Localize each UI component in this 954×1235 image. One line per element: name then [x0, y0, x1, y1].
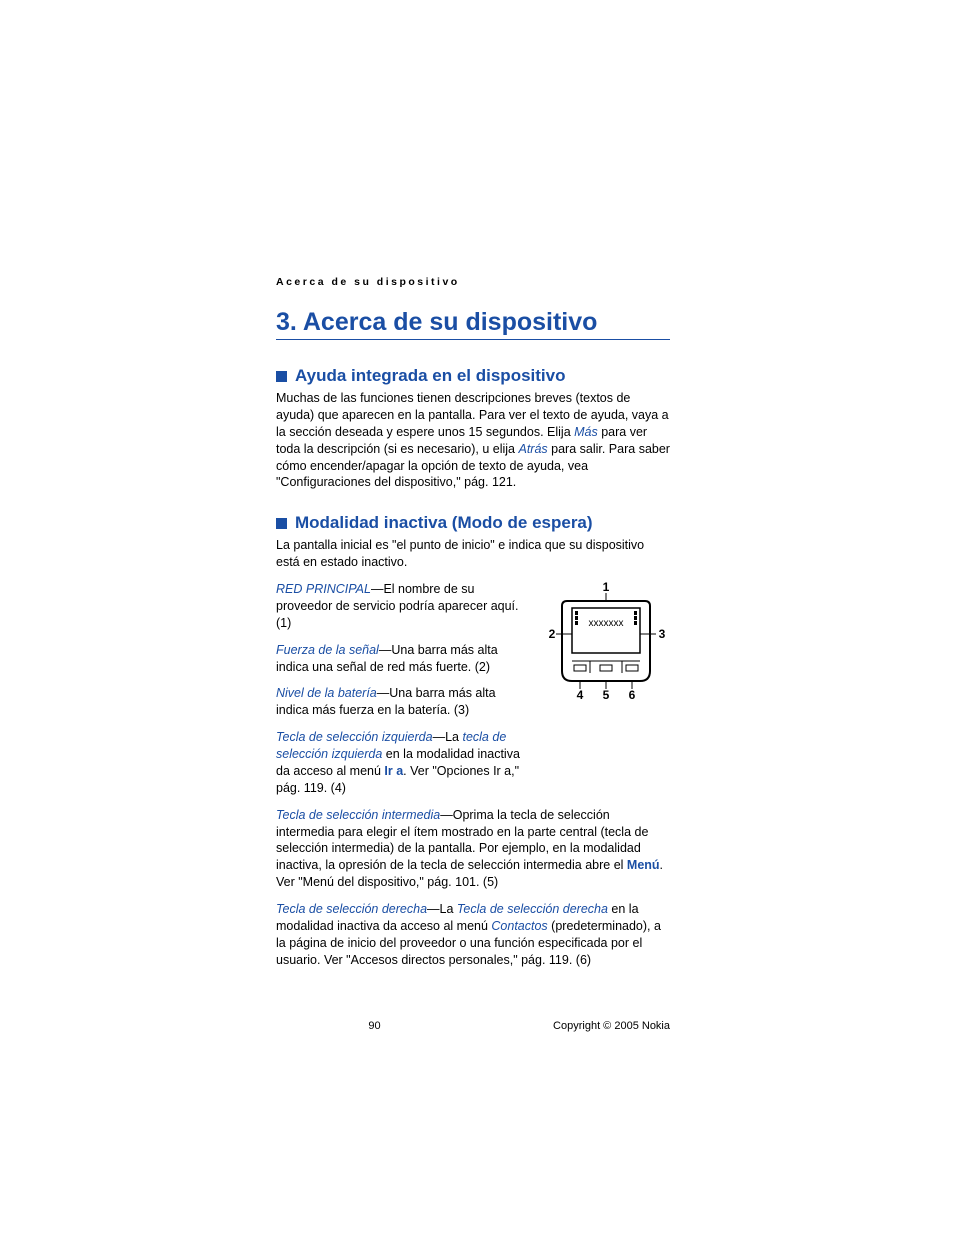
- section1-paragraph: Muchas de las funciones tienen descripci…: [276, 390, 670, 491]
- diagram-screen-text: xxxxxxx: [589, 618, 624, 629]
- page-number: 90: [276, 1020, 473, 1032]
- page-footer: 90 Copyright © 2005 Nokia: [276, 1020, 670, 1032]
- section-heading-ayuda: Ayuda integrada en el dispositivo: [276, 366, 670, 386]
- link-mas[interactable]: Más: [574, 425, 598, 439]
- term-tecla-intermedia: Tecla de selección intermedia: [276, 808, 440, 822]
- term-nivel-bateria: Nivel de la batería: [276, 686, 377, 700]
- diagram-label-2: 2: [549, 627, 556, 641]
- term-red-principal: RED PRINCIPAL: [276, 582, 371, 596]
- text-fragment: —La: [433, 730, 463, 744]
- item-tecla-derecha: Tecla de selección derecha—La Tecla de s…: [276, 901, 670, 969]
- term-tecla-izquierda: Tecla de selección izquierda: [276, 730, 433, 744]
- link-tecla-derecha[interactable]: Tecla de selección derecha: [457, 902, 608, 916]
- item-fuerza-senal: Fuerza de la señal—Una barra más alta in…: [276, 642, 531, 676]
- copyright-text: Copyright © 2005 Nokia: [473, 1020, 670, 1032]
- link-contactos[interactable]: Contactos: [491, 919, 547, 933]
- link-atras[interactable]: Atrás: [518, 442, 547, 456]
- diagram-label-6: 6: [629, 688, 636, 702]
- section-heading-text: Ayuda integrada en el dispositivo: [295, 366, 565, 386]
- section-heading-modalidad: Modalidad inactiva (Modo de espera): [276, 513, 670, 533]
- section-heading-text: Modalidad inactiva (Modo de espera): [295, 513, 593, 533]
- bold-ir-a: Ir a: [384, 764, 403, 778]
- diagram-label-5: 5: [603, 688, 610, 702]
- square-bullet-icon: [276, 518, 287, 529]
- square-bullet-icon: [276, 371, 287, 382]
- section2-intro: La pantalla inicial es "el punto de inic…: [276, 537, 670, 571]
- running-header: Acerca de su dispositivo: [276, 276, 670, 288]
- item-nivel-bateria: Nivel de la batería—Una barra más alta i…: [276, 685, 531, 719]
- diagram-label-1: 1: [603, 581, 610, 594]
- term-fuerza-senal: Fuerza de la señal: [276, 643, 379, 657]
- term-tecla-derecha: Tecla de selección derecha: [276, 902, 427, 916]
- device-diagram: 1 xxxxxxx 2: [542, 581, 670, 711]
- item-red-principal: RED PRINCIPAL—El nombre de su proveedor …: [276, 581, 531, 632]
- diagram-label-4: 4: [577, 688, 584, 702]
- bold-menu: Menú: [627, 858, 660, 872]
- text-fragment: —La: [427, 902, 457, 916]
- item-tecla-izquierda: Tecla de selección izquierda—La tecla de…: [276, 729, 531, 797]
- item-tecla-intermedia: Tecla de selección intermedia—Oprima la …: [276, 807, 670, 891]
- diagram-label-3: 3: [659, 627, 666, 641]
- chapter-title: 3. Acerca de su dispositivo: [276, 308, 670, 340]
